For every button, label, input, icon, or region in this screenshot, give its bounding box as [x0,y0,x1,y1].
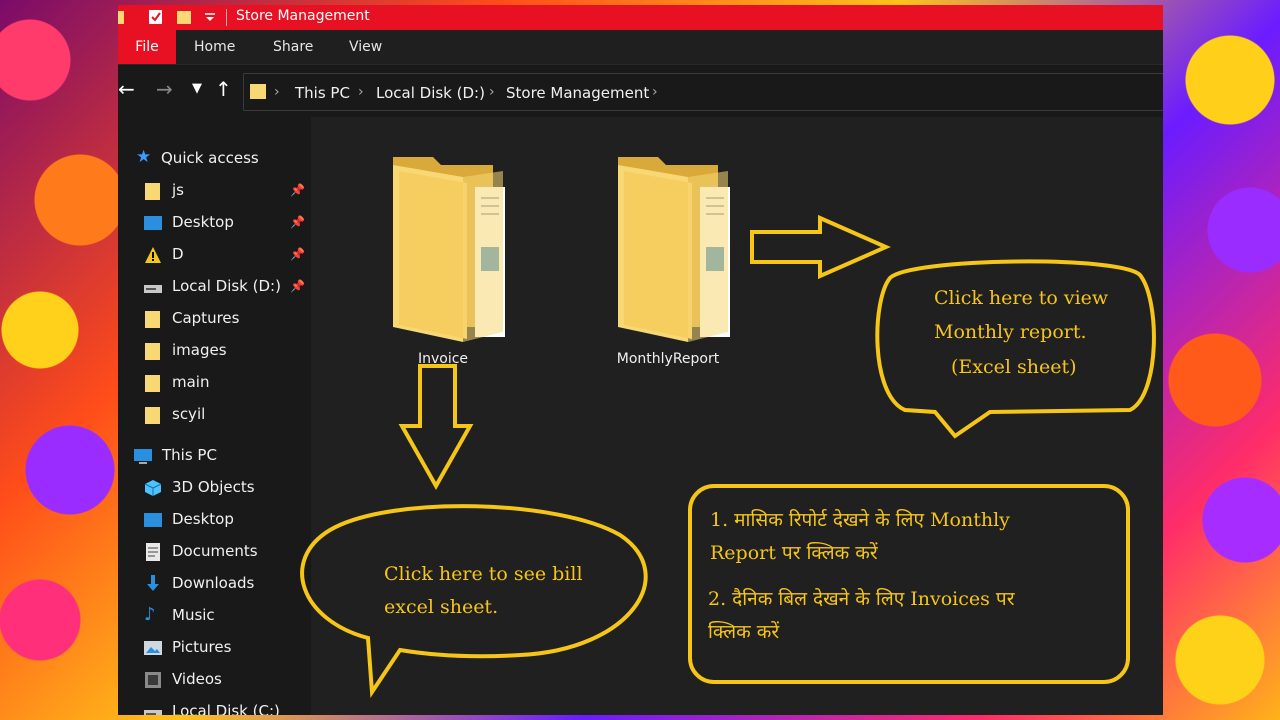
desktop-icon [144,513,162,527]
computer-icon [134,449,152,464]
nav-label: Captures [172,309,240,327]
folder-icon [145,183,160,200]
folder-label[interactable]: Invoice [363,351,523,367]
warning-icon [145,247,161,263]
hindi-note-line-2: Report पर क्लिक करें [710,542,878,564]
title-bar: Store Management [118,5,1163,30]
tab-home[interactable]: Home [194,30,235,64]
new-folder-icon[interactable] [176,8,192,25]
drive-icon [144,710,162,715]
music-note-icon: ♪ [144,604,156,625]
report-note-line-3: (Excel sheet) [951,356,1077,378]
nav-label: Music [172,606,215,624]
tab-view[interactable]: View [349,30,382,64]
folder-icon [145,407,160,424]
nav-label: images [172,341,227,359]
nav-label: Documents [172,542,258,560]
nav-label: Videos [172,670,222,688]
title-divider [226,9,227,26]
nav-label: Local Disk (C:) [172,702,280,715]
hindi-note-line-1: 1. मासिक रिपोर्ट देखने के लिए Monthly [710,509,1010,531]
window-title: Store Management [236,8,370,24]
folder-invoice[interactable]: Invoice [363,127,523,367]
star-icon: ★ [136,147,152,167]
customize-toolbar-icon[interactable] [202,8,218,25]
nav-label: js [172,181,184,199]
address-bar[interactable]: › This PC › Local Disk (D:) › Store Mana… [243,73,1163,111]
nav-label: scyil [172,405,206,423]
properties-icon[interactable] [148,8,164,25]
hindi-note-line-3: 2. दैनिक बिल देखने के लिए Invoices पर [708,588,1015,610]
nav-label: Desktop [172,510,234,528]
nav-label: Downloads [172,574,255,592]
ribbon: File Home Share View [118,30,1163,65]
folder-icon [145,375,160,392]
chevron-right-icon[interactable]: › [489,84,495,100]
forward-arrow-icon[interactable]: → [156,77,173,101]
navigation-pane: ★ Quick access js 📌 Desktop 📌 D 📌 Local … [118,117,310,715]
nav-label: This PC [162,446,217,464]
nav-label: 3D Objects [172,478,255,496]
folder-icon [118,11,124,24]
folder-label[interactable]: MonthlyReport [588,351,748,367]
pin-icon[interactable]: 📌 [290,279,305,293]
bill-note-line-2: excel sheet. [384,596,499,618]
desktop-icon [144,216,162,230]
folder-monthly-report[interactable]: MonthlyReport [588,127,748,367]
folder-icon [145,343,160,360]
report-note-line-2: Monthly report. [934,321,1087,343]
nav-label: Local Disk (D:) [172,277,281,295]
folder-icon [250,84,266,99]
tab-share[interactable]: Share [273,30,313,64]
recent-locations-icon[interactable]: ▼ [192,81,202,96]
breadcrumb-local-disk-d[interactable]: Local Disk (D:) [376,84,485,102]
bill-note-line-1: Click here to see bill [384,563,583,585]
cube-icon [144,480,162,496]
pin-icon[interactable]: 📌 [290,183,305,197]
breadcrumb-store-management[interactable]: Store Management [506,84,649,102]
nav-label: Desktop [172,213,234,231]
pin-icon[interactable]: 📌 [290,247,305,261]
download-icon [147,575,159,591]
address-row: ← → ▼ ↑ › This PC › Local Disk (D:) › St… [118,65,1163,115]
folder-icon [393,157,505,342]
report-note-line-1: Click here to view [934,287,1109,309]
up-arrow-icon[interactable]: ↑ [215,77,232,101]
videos-icon [145,672,161,688]
nav-label: main [172,373,210,391]
nav-label: D [172,245,184,263]
drive-icon [144,285,162,293]
breadcrumb-this-pc[interactable]: This PC [295,84,350,102]
back-arrow-icon[interactable]: ← [118,77,135,101]
nav-label: Pictures [172,638,232,656]
pictures-icon [144,641,162,655]
document-icon [146,543,160,561]
chevron-right-icon[interactable]: › [358,84,364,100]
chevron-right-icon[interactable]: › [652,84,658,100]
folder-icon [145,311,160,328]
folder-icon [618,157,730,342]
nav-label: Quick access [161,149,259,167]
chevron-right-icon[interactable]: › [274,84,280,100]
tab-file[interactable]: File [118,30,176,64]
hindi-note-line-4: क्लिक करें [708,621,780,643]
pin-icon[interactable]: 📌 [290,215,305,229]
